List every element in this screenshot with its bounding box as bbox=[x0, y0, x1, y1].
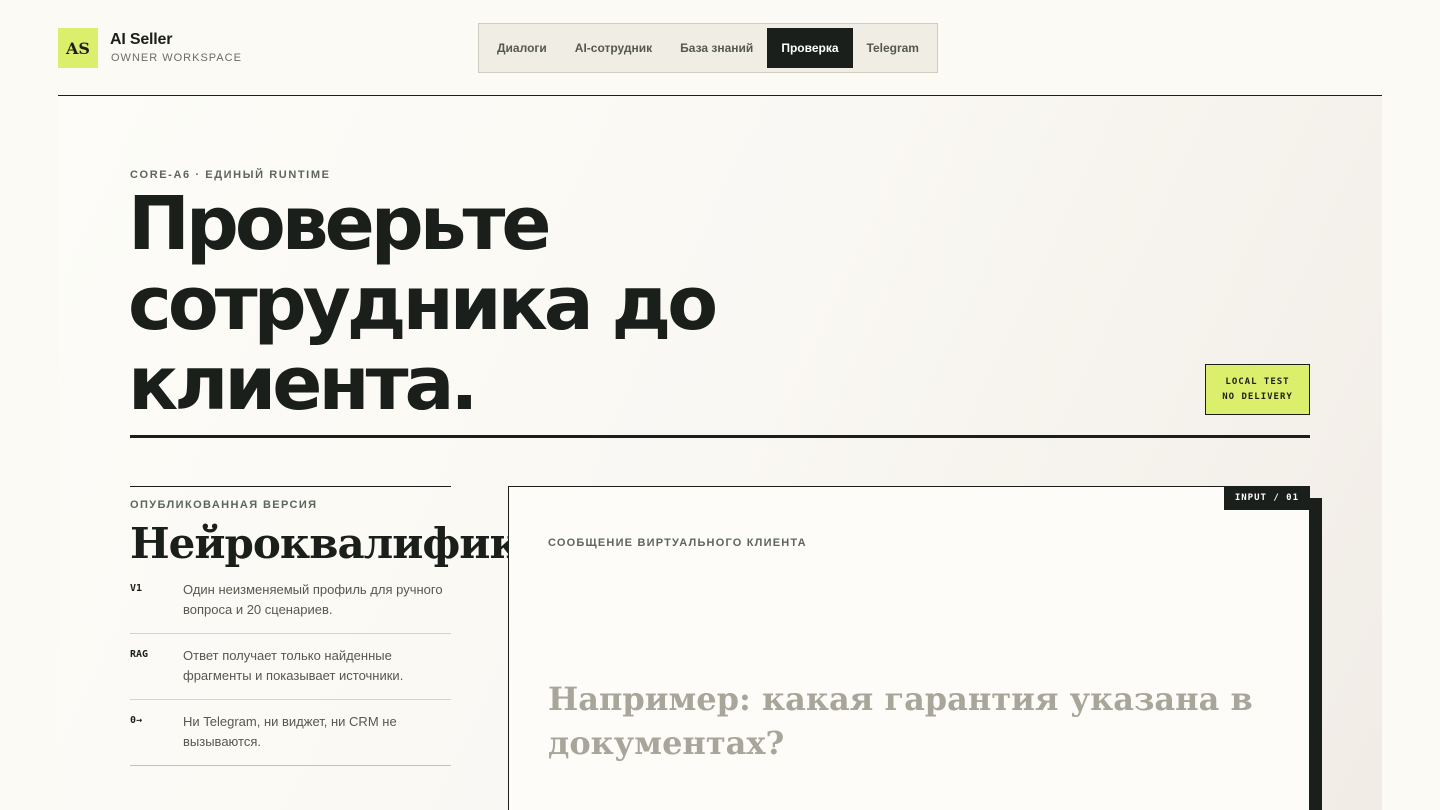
feature-row: V1 Один неизменяемый профиль для ручного… bbox=[130, 568, 451, 634]
badge-line-2: NO DELIVERY bbox=[1222, 391, 1293, 402]
client-message-label: СООБЩЕНИЕ ВИРТУАЛЬНОГО КЛИЕНТА bbox=[548, 537, 807, 549]
brand-subtitle: OWNER WORKSPACE bbox=[111, 52, 242, 64]
input-card-tag: INPUT / 01 bbox=[1223, 486, 1310, 510]
hero-divider bbox=[130, 435, 1310, 438]
published-version-name: Нейроквалификатор bbox=[130, 519, 626, 568]
published-version-section: ОПУБЛИКОВАННАЯ ВЕРСИЯ Нейроквалификатор … bbox=[130, 486, 626, 766]
feature-text: Ни Telegram, ни виджет, ни CRM не вызыва… bbox=[183, 714, 397, 749]
feature-text: Один неизменяемый профиль для ручного во… bbox=[183, 582, 443, 617]
section-divider bbox=[130, 486, 451, 487]
client-message-input[interactable]: Например: какая гарантия указана в докум… bbox=[548, 677, 1268, 765]
feature-text: Ответ получает только найденные фрагмент… bbox=[183, 648, 404, 683]
brand-logo[interactable]: AS bbox=[58, 28, 98, 68]
hero-eyebrow: CORE-A6 · ЕДИНЫЙ RUNTIME bbox=[130, 169, 331, 181]
hero-panel: CORE-A6 · ЕДИНЫЙ RUNTIME Проверьте сотру… bbox=[58, 96, 1382, 810]
hero-title: Проверьте сотрудника до клиента. bbox=[128, 181, 718, 427]
tab-ai-employee[interactable]: AI-сотрудник bbox=[561, 28, 666, 68]
feature-key: 0→ bbox=[130, 715, 143, 726]
tab-dialogs[interactable]: Диалоги bbox=[483, 28, 561, 68]
client-message-card: INPUT / 01 СООБЩЕНИЕ ВИРТУАЛЬНОГО КЛИЕНТ… bbox=[508, 486, 1310, 810]
tab-check[interactable]: Проверка bbox=[767, 28, 853, 68]
feature-key: V1 bbox=[130, 583, 143, 594]
local-test-badge: LOCAL TEST NO DELIVERY bbox=[1205, 364, 1310, 415]
badge-line-1: LOCAL TEST bbox=[1225, 376, 1290, 387]
main-nav: Диалоги AI-сотрудник База знаний Проверк… bbox=[478, 23, 938, 73]
feature-key: RAG bbox=[130, 649, 149, 660]
brand-name: AI Seller bbox=[110, 31, 173, 48]
tab-knowledge-base[interactable]: База знаний bbox=[666, 28, 767, 68]
feature-row: RAG Ответ получает только найденные фраг… bbox=[130, 634, 451, 700]
tab-telegram[interactable]: Telegram bbox=[853, 28, 933, 68]
feature-row: 0→ Ни Telegram, ни виджет, ни CRM не выз… bbox=[130, 700, 451, 766]
published-version-label: ОПУБЛИКОВАННАЯ ВЕРСИЯ bbox=[130, 499, 318, 511]
app-header: AS AI Seller OWNER WORKSPACE Диалоги AI-… bbox=[58, 0, 1382, 96]
